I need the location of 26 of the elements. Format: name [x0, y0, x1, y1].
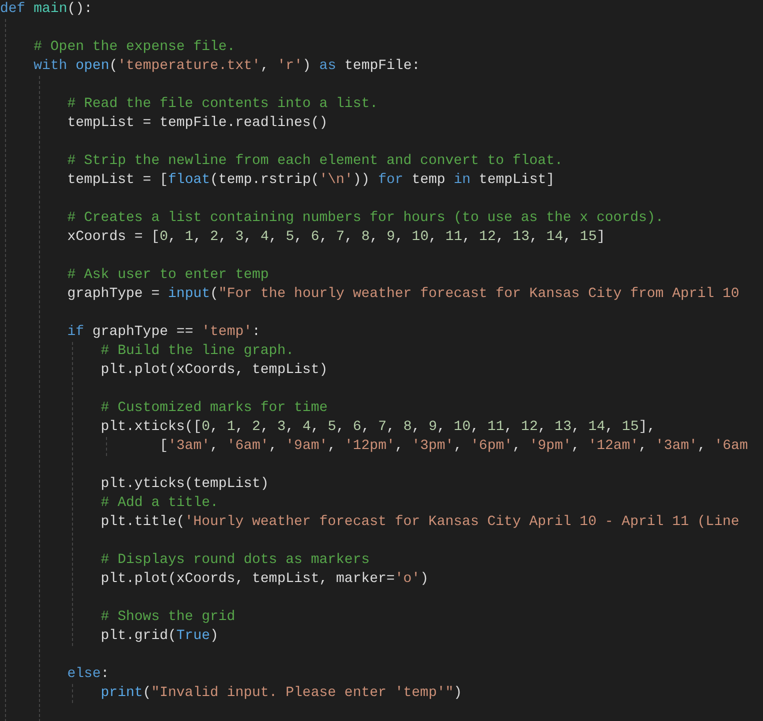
code-line: else: [67, 665, 110, 684]
code-line: xCoords = [0, 1, 2, 3, 4, 5, 6, 7, 8, 9, 10, 11, 12, 13, 14, 15] [67, 228, 606, 247]
code-line: # Ask user to enter temp [67, 266, 269, 285]
code-line: # Customized marks for time [100, 399, 328, 418]
code-line: if graphType == 'temp': [67, 323, 260, 342]
code-line: plt.grid(True) [100, 627, 218, 646]
code-line: # Creates a list containing numbers for hours (to use as the x coords). [67, 209, 664, 228]
code-line: print("Invalid input. Please enter 'temp'") [100, 684, 462, 703]
code-line: # Read the file contents into a list. [67, 95, 378, 114]
code-line: # Open the expense file. [34, 38, 236, 57]
code-line: plt.plot(xCoords, tempList) [100, 361, 328, 380]
code-line: ['3am', '6am', '9am', '12pm', '3pm', '6pm', '9pm', '12am', '3am', '6am [158, 437, 748, 456]
code-line: plt.title('Hourly weather forecast for Kansas City April 10 - April 11 (Line [100, 513, 740, 532]
code-line: # Displays round dots as markers [100, 551, 370, 570]
code-line: tempList = tempFile.readlines() [67, 114, 328, 133]
code-line: # Shows the grid [100, 608, 236, 627]
code-line: # Strip the newline from each element and convert to float. [67, 152, 563, 171]
code-line: plt.yticks(tempList) [100, 475, 269, 494]
code-line: # Build the line graph. [100, 342, 294, 361]
code-line: plt.xticks([0, 1, 2, 3, 4, 5, 6, 7, 8, 9, 10, 11, 12, 13, 14, 15], [100, 418, 656, 437]
code-line: tempList = [float(temp.rstrip('\n')) for temp in tempList] [67, 171, 555, 190]
code-line: def main(): [0, 0, 92, 19]
code-line: graphType = input("For the hourly weather forecast for Kansas City from April 10 [67, 285, 740, 304]
code-line: with open('temperature.txt', 'r') as tempFile: [34, 57, 420, 76]
code-line: plt.plot(xCoords, tempList, marker='o') [100, 570, 428, 589]
code-line: # Add a title. [100, 494, 218, 513]
